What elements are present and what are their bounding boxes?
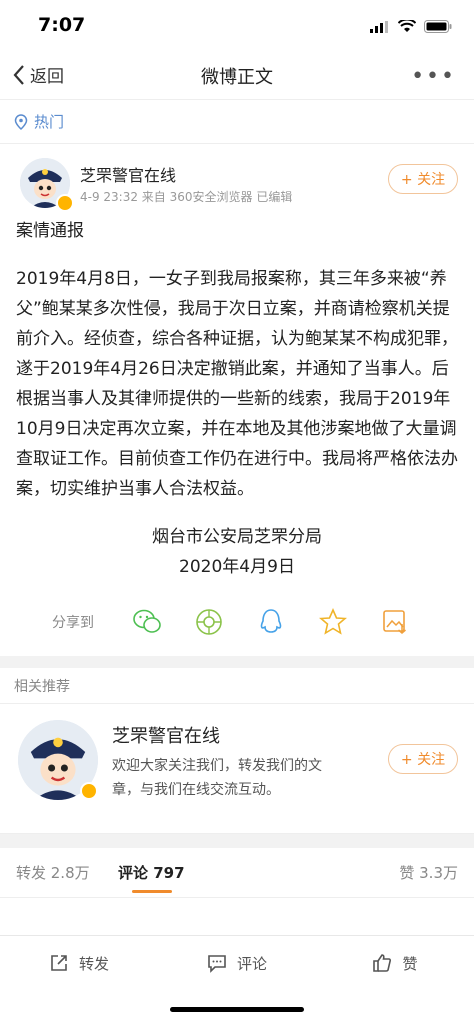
post: 芝罘警官在线 4-9 23:32 来自 360安全浏览器 已编辑 + 关注 案情… [0, 144, 474, 652]
related-follow-button[interactable]: + 关注 [388, 744, 458, 774]
hot-tag[interactable]: 热门 [0, 100, 474, 144]
related-section-title: 相关推荐 [0, 668, 474, 704]
sign-org: 烟台市公安局芝罘分局 [152, 527, 322, 547]
share-label: 分享到 [52, 615, 94, 631]
like-button[interactable]: 赞 [316, 936, 474, 990]
tab-repost[interactable]: 转发 2.8万 [16, 862, 90, 883]
verified-badge [80, 782, 98, 800]
share-row: 分享到 [16, 592, 458, 652]
comment-button[interactable]: 评论 [158, 936, 316, 990]
hot-label: 热门 [34, 113, 65, 131]
status-bar: 7:07 [0, 0, 474, 50]
repost-label: 转发 [78, 954, 109, 973]
signature: 烟台市公安局芝罘分局 2020年4月9日 [16, 522, 458, 582]
comment-label: 评论 [236, 954, 267, 973]
related-desc: 欢迎大家关注我们，转发我们的文章，与我们在线交流互动。 [112, 758, 322, 798]
author-name[interactable]: 芝罘警官在线 [80, 162, 176, 186]
qzone-share-icon[interactable] [318, 607, 348, 637]
tab-comment[interactable]: 评论 797 [118, 862, 185, 883]
battery-icon [424, 20, 452, 33]
sign-date: 2020年4月9日 [179, 557, 295, 577]
tab-like[interactable]: 赞 3.3万 [399, 862, 458, 883]
more-button[interactable]: ••• [411, 64, 456, 89]
thumbs-up-icon [373, 954, 392, 972]
post-text: 2019年4月8日，一女子到我局报案称，其三年多来被“养父”鲍某某多次性侵，我局… [16, 269, 458, 499]
post-body: 案情通报 2019年4月8日，一女子到我局报案称，其三年多来被“养父”鲍某某多次… [16, 216, 458, 582]
post-title-line: 案情通报 [16, 221, 84, 241]
wifi-icon [398, 20, 416, 32]
separator [0, 834, 474, 848]
separator [0, 656, 474, 668]
home-indicator [170, 1007, 304, 1012]
verified-badge [56, 194, 74, 212]
signal-icon [370, 20, 388, 33]
active-tab-indicator [132, 890, 172, 893]
status-time: 7:07 [38, 14, 86, 36]
interaction-tabs: 转发 2.8万 评论 797 赞 3.3万 [0, 848, 474, 898]
follow-button[interactable]: + 关注 [388, 164, 458, 194]
repost-button[interactable]: 转发 [0, 936, 158, 990]
status-icons [370, 20, 452, 33]
moments-share-icon[interactable] [194, 607, 224, 637]
related-name[interactable]: 芝罘警官在线 [112, 722, 220, 748]
post-header: 芝罘警官在线 4-9 23:32 来自 360安全浏览器 已编辑 + 关注 [16, 144, 458, 216]
related-account-card[interactable]: 芝罘警官在线 欢迎大家关注我们，转发我们的文章，与我们在线交流互动。 + 关注 [0, 704, 474, 834]
page-title: 微博正文 [201, 67, 273, 88]
location-pin-icon [14, 113, 28, 130]
save-image-share-icon[interactable] [380, 607, 410, 637]
nav-bar: 返回 微博正文 ••• [0, 50, 474, 100]
qq-share-icon[interactable] [256, 607, 286, 637]
wechat-share-icon[interactable] [132, 607, 162, 637]
repost-icon [51, 955, 67, 971]
action-bar: 转发 评论 赞 [0, 935, 474, 990]
comment-icon [208, 955, 226, 973]
post-meta: 4-9 23:32 来自 360安全浏览器 已编辑 [80, 190, 293, 204]
like-label: 赞 [402, 954, 418, 973]
